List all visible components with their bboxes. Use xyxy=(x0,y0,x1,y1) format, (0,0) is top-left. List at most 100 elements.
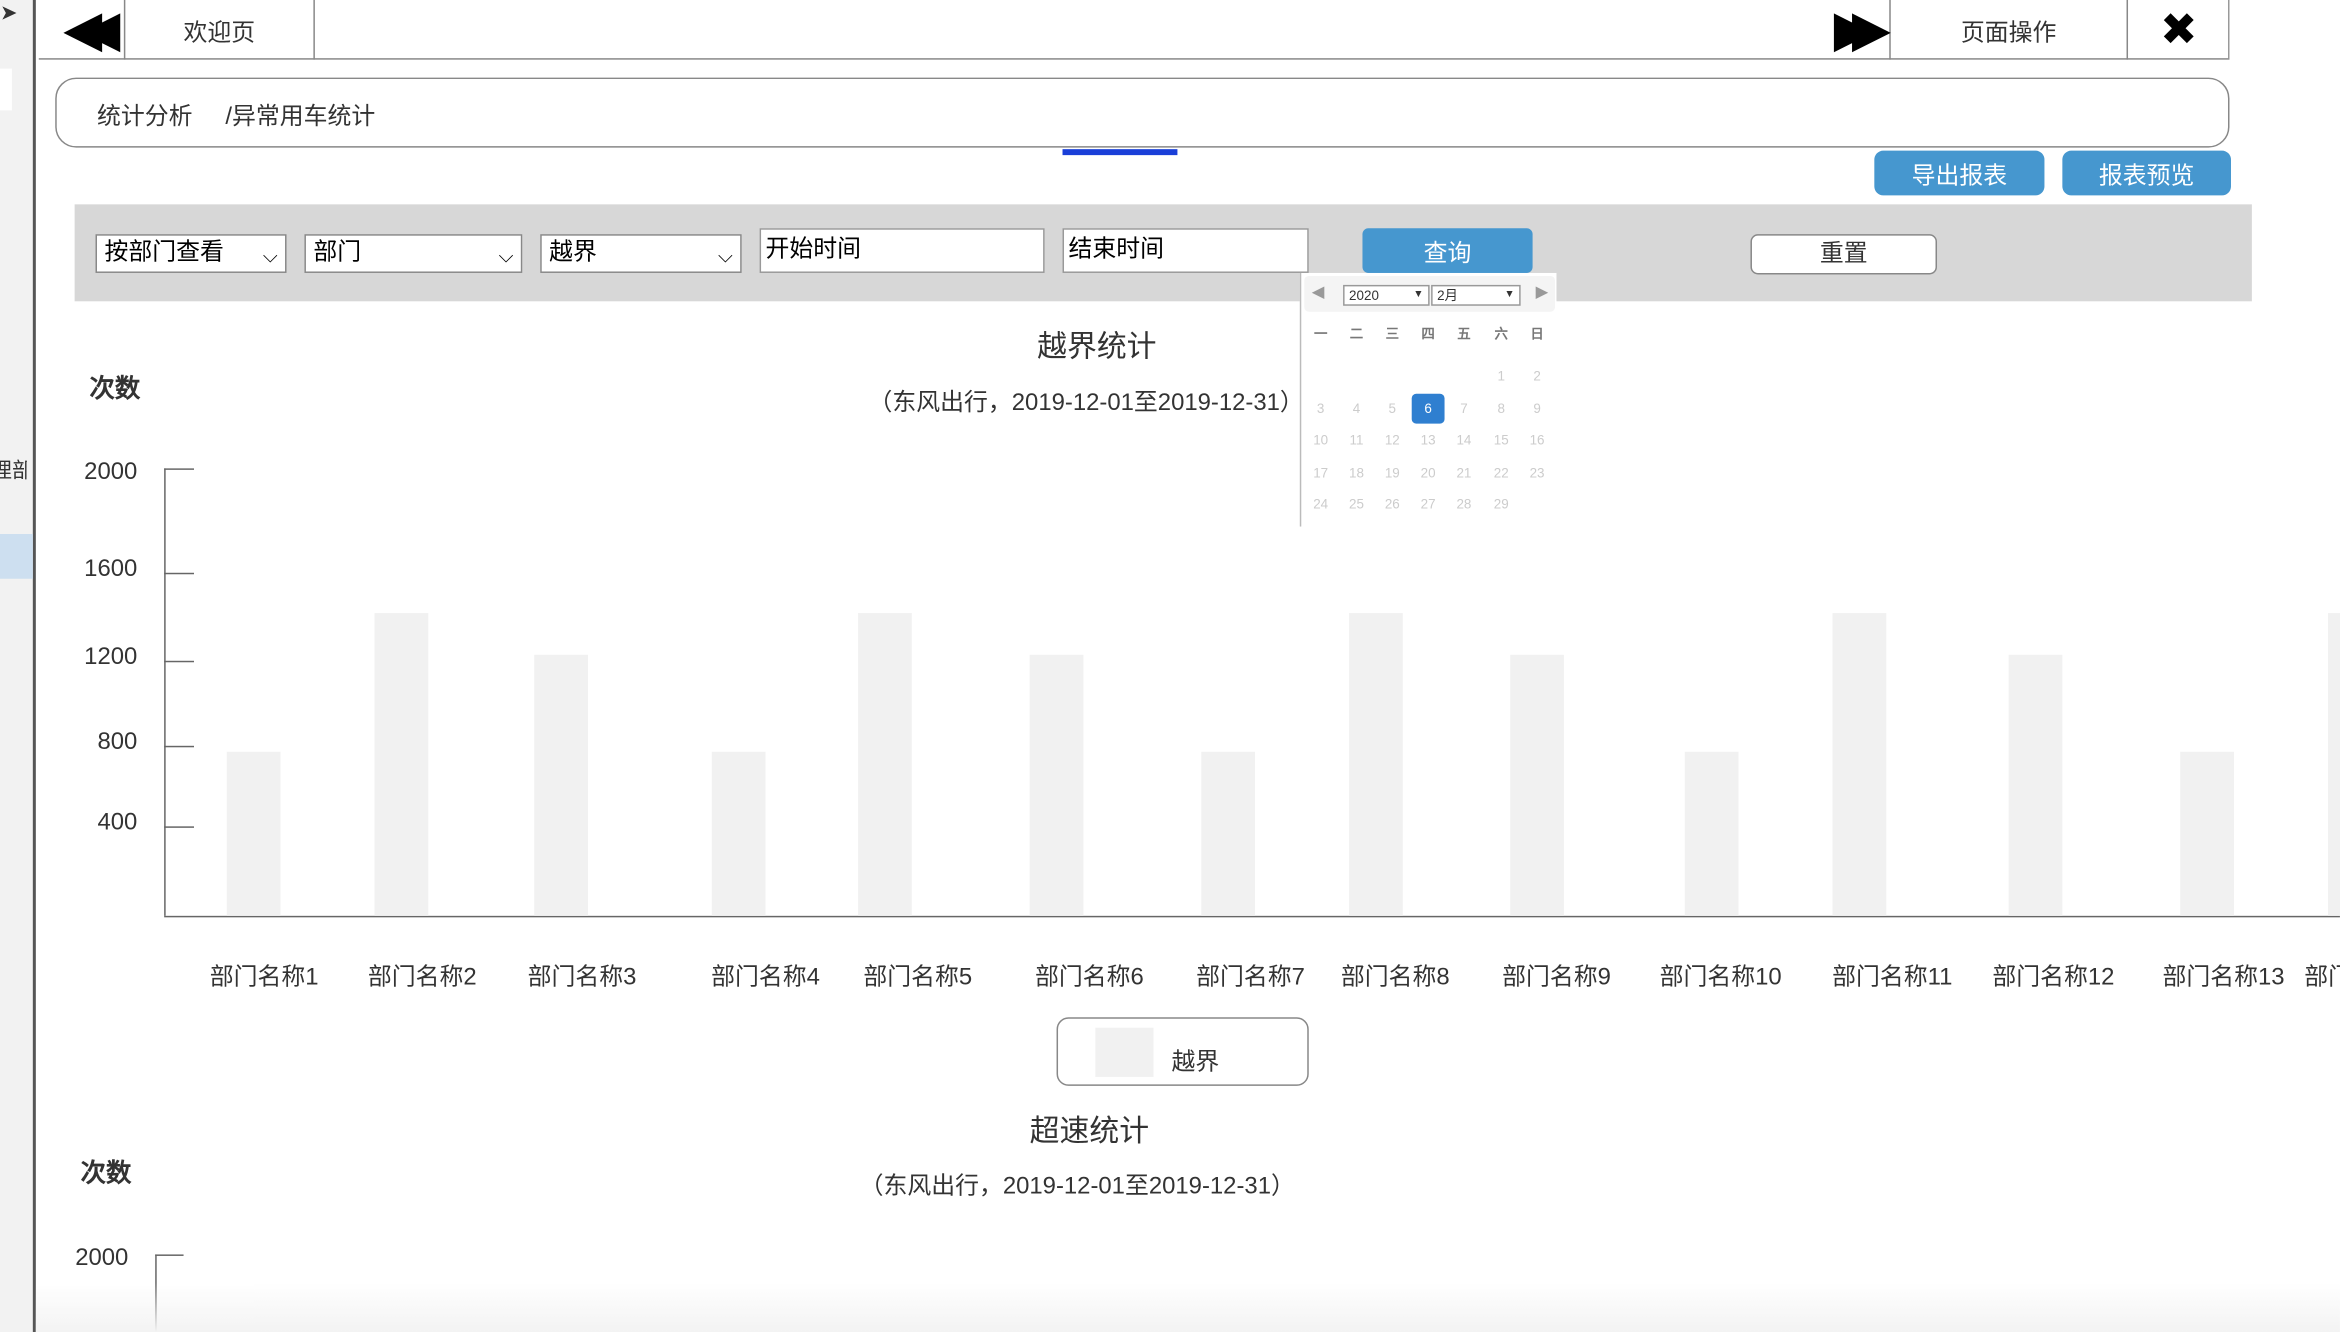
chevron-down-icon: ⌵ xyxy=(718,244,733,267)
calendar-day[interactable]: 27 xyxy=(1410,489,1446,519)
x-tick-label: 部门名称4 xyxy=(711,965,820,991)
chevron-down-icon: ⌵ xyxy=(498,244,514,267)
y-tick-label: 800 xyxy=(97,729,138,755)
select-value: 按部门查看 xyxy=(104,240,224,266)
x-tick-label: 部门名称13 xyxy=(2162,965,2285,991)
y-tick xyxy=(164,572,194,575)
weekday-header: 日 xyxy=(1530,326,1544,342)
x-tick-label: 部门名称10 xyxy=(1659,965,1782,991)
calendar-day[interactable]: 29 xyxy=(1483,489,1519,519)
calendar-day[interactable]: 8 xyxy=(1483,393,1519,423)
calendar-day[interactable]: 1 xyxy=(1483,361,1519,391)
chart-title: 超速统计 xyxy=(1029,1115,1150,1149)
x-tick-label: 部门名称11 xyxy=(1832,965,1953,991)
query-button[interactable]: 查询 xyxy=(1362,228,1533,273)
chart-title: 越界统计 xyxy=(1037,331,1157,364)
breadcrumb-parent[interactable]: 统计分析 xyxy=(97,95,193,131)
calendar-day[interactable]: 23 xyxy=(1519,457,1555,487)
department-select[interactable]: 部门 ⌵ xyxy=(304,234,523,273)
calendar-day[interactable]: 12 xyxy=(1374,425,1410,455)
y-axis xyxy=(164,468,166,916)
view-by-select[interactable]: 按部门查看 ⌵ xyxy=(95,234,287,273)
date-picker-popup: ◀ 2020 ▼ 2月 ▼ ▶ 一二三四五六日 1 2 3 4 5 6 7 8 9 10 11 12 13 14… xyxy=(1299,272,1557,527)
bar[interactable] xyxy=(2180,751,2234,916)
x-tick-label: 部门名称14 xyxy=(2304,965,2340,991)
bar[interactable] xyxy=(1029,654,1084,916)
tab-next-button[interactable]: ▶▶ xyxy=(1815,0,1891,60)
select-value: 越界 xyxy=(549,240,597,266)
calendar-day[interactable]: 21 xyxy=(1446,457,1482,487)
start-time-input[interactable]: 开始时间 xyxy=(759,228,1045,273)
bar[interactable] xyxy=(374,612,429,916)
month-value: 2月 xyxy=(1437,287,1459,303)
calendar-day[interactable]: 14 xyxy=(1446,425,1482,455)
calendar-day[interactable]: 2 xyxy=(1519,361,1555,391)
tab-prev-button[interactable]: ◀◀ xyxy=(39,0,126,60)
month-select[interactable]: 2月 ▼ xyxy=(1431,284,1521,306)
calendar-day[interactable]: 22 xyxy=(1483,457,1519,487)
calendar-day[interactable]: 7 xyxy=(1446,393,1482,423)
bar[interactable] xyxy=(1201,751,1256,916)
y-tick xyxy=(155,1254,184,1256)
report-preview-button[interactable]: 报表预览 xyxy=(2062,150,2231,196)
chart-subtitle: （东风出行，2019-12-01至2019-12-31） xyxy=(859,1173,1295,1200)
calendar-day[interactable]: 5 xyxy=(1374,393,1410,423)
y-tick xyxy=(164,826,194,828)
y-tick xyxy=(164,660,194,663)
sidebar-item-active[interactable] xyxy=(0,533,33,579)
bar[interactable] xyxy=(1349,612,1403,916)
calendar-day[interactable]: 9 xyxy=(1519,393,1555,423)
prev-month-icon[interactable]: ◀ xyxy=(1312,282,1325,301)
end-time-input[interactable]: 结束时间 xyxy=(1062,228,1309,273)
bar[interactable] xyxy=(1684,751,1739,916)
calendar-day[interactable]: 11 xyxy=(1339,425,1375,455)
calendar-day[interactable]: 20 xyxy=(1410,457,1446,487)
y-tick-label: 1600 xyxy=(84,556,138,582)
legend-swatch xyxy=(1095,1027,1154,1077)
next-month-icon[interactable]: ▶ xyxy=(1536,282,1549,301)
weekday-header: 六 xyxy=(1494,326,1508,342)
y-axis-label: 次数 xyxy=(80,1158,132,1188)
calendar-day[interactable]: 18 xyxy=(1339,457,1375,487)
calendar-day[interactable]: 10 xyxy=(1303,425,1339,455)
bar[interactable] xyxy=(1832,612,1887,916)
calendar-day[interactable]: 13 xyxy=(1410,425,1446,455)
page-ops-menu[interactable]: 页面操作 xyxy=(1891,0,2129,60)
bar[interactable] xyxy=(534,654,588,916)
calendar-day[interactable]: 15 xyxy=(1483,425,1519,455)
x-tick-label: 部门名称7 xyxy=(1196,965,1305,991)
x-tick-label: 部门名称9 xyxy=(1502,965,1611,991)
calendar-day[interactable]: 24 xyxy=(1303,489,1339,519)
chart-subtitle: （东风出行，2019-12-01至2019-12-31） xyxy=(868,390,1304,417)
calendar-day[interactable]: 26 xyxy=(1374,489,1410,519)
bar[interactable] xyxy=(2327,612,2340,916)
x-tick-label: 部门名称1 xyxy=(209,965,319,991)
chart-legend[interactable]: 越界 xyxy=(1056,1017,1309,1086)
calendar-day[interactable]: 4 xyxy=(1339,393,1375,423)
expand-arrows-icon: ✖ xyxy=(2159,5,2198,55)
bar[interactable] xyxy=(858,612,912,916)
calendar-day[interactable]: 3 xyxy=(1303,393,1339,423)
year-select[interactable]: 2020 ▼ xyxy=(1343,284,1430,306)
calendar-day[interactable]: 6 xyxy=(1411,393,1445,423)
calendar-day[interactable]: 17 xyxy=(1303,457,1339,487)
x-tick-label: 部门名称3 xyxy=(527,965,637,991)
calendar-day[interactable]: 25 xyxy=(1339,489,1375,519)
fullscreen-button[interactable]: ✖ xyxy=(2128,0,2229,60)
sidebar-item-text[interactable]: 理部门 xyxy=(0,455,27,485)
y-tick-label: 1200 xyxy=(84,644,138,670)
calendar-day[interactable]: 16 xyxy=(1519,425,1555,455)
bar[interactable] xyxy=(2008,654,2063,916)
bar[interactable] xyxy=(1510,654,1564,916)
reset-button[interactable]: 重置 xyxy=(1750,234,1938,275)
calendar-day[interactable]: 19 xyxy=(1374,457,1410,487)
type-select[interactable]: 越界 ⌵ xyxy=(540,234,742,273)
sidebar-input[interactable] xyxy=(0,68,12,111)
bar[interactable] xyxy=(711,751,766,916)
bar[interactable] xyxy=(226,751,281,916)
tab-welcome[interactable]: 欢迎页 xyxy=(125,0,315,60)
calendar-day[interactable]: 28 xyxy=(1446,489,1482,519)
y-tick-label: 2000 xyxy=(75,1245,129,1271)
y-tick-label: 400 xyxy=(97,809,138,836)
export-report-button[interactable]: 导出报表 xyxy=(1874,150,2045,196)
